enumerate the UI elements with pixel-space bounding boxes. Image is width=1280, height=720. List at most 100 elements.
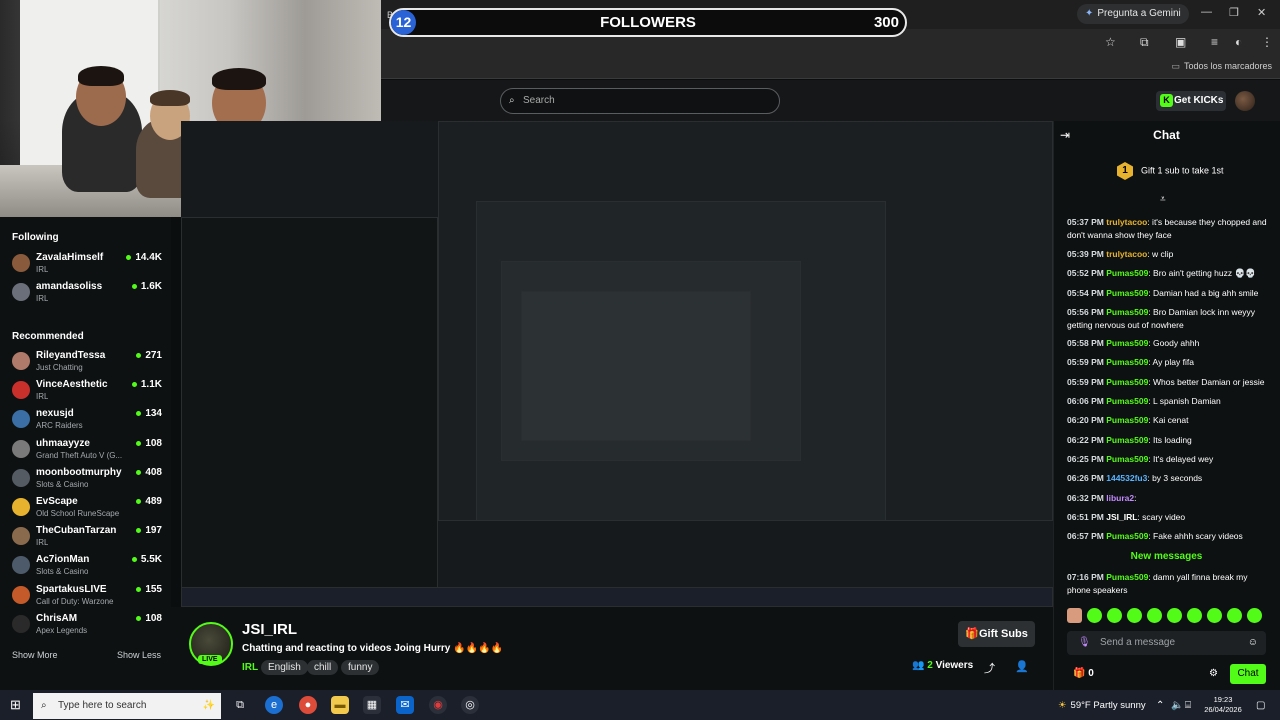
sidebar-item-uhmaayyze[interactable]: uhmaayyze Grand Theft Auto V (G... 108 xyxy=(12,438,162,464)
weather-widget[interactable]: ☀ 59°F Partly sunny xyxy=(1058,700,1146,711)
chat-user[interactable]: Pumas509 xyxy=(1106,415,1148,425)
sidebar-item-thecubantarzan[interactable]: TheCubanTarzan IRL 197 xyxy=(12,525,162,551)
tag-chill[interactable]: chill xyxy=(307,660,339,675)
close-icon[interactable]: ✕ xyxy=(1257,6,1266,19)
share-icon[interactable]: ⤴ xyxy=(984,660,995,676)
chrome-icon[interactable]: ● xyxy=(299,696,317,714)
sidebar-item-ac7ionman[interactable]: Ac7ionMan Slots & Casino 5.5K xyxy=(12,554,162,580)
chat-user[interactable]: trulytacoo xyxy=(1106,249,1147,259)
chat-time: 07:16 PM xyxy=(1067,572,1104,582)
task-view-icon[interactable]: ⧉ xyxy=(231,696,249,714)
obs-icon[interactable]: ◎ xyxy=(461,696,479,714)
volume-icon[interactable]: 🔈 xyxy=(1171,700,1183,711)
show-less-link[interactable]: Show Less xyxy=(117,650,161,660)
sidebar-item-name: VinceAesthetic xyxy=(36,379,108,390)
emoji-icon[interactable]: ☺ xyxy=(1248,631,1258,655)
mail-icon[interactable]: ✉ xyxy=(396,696,414,714)
minimize-icon[interactable]: — xyxy=(1201,6,1212,18)
chat-user[interactable]: Pumas509 xyxy=(1106,357,1148,367)
sidebar-item-spartakuslive[interactable]: SpartakusLIVE Call of Duty: Warzone 155 xyxy=(12,584,162,610)
follow-icon[interactable]: 👤 xyxy=(1015,660,1029,673)
all-bookmarks[interactable]: ▭ Todos los marcadores xyxy=(1171,61,1272,72)
chat-user[interactable]: trulytacoo xyxy=(1106,217,1147,227)
sidebar-item-rileyandtessa[interactable]: RileyandTessa Just Chatting 271 xyxy=(12,350,162,376)
sidebar-item-vinceaesthetic[interactable]: VinceAesthetic IRL 1.1K xyxy=(12,379,162,405)
emote-icon[interactable] xyxy=(1227,608,1242,623)
channel-name[interactable]: JSI_IRL xyxy=(242,621,297,638)
emote-icon[interactable] xyxy=(1087,608,1102,623)
sidebar-item-chrisam[interactable]: ChrisAM Apex Legends 108 xyxy=(12,613,162,639)
chat-message-input[interactable]: 🎙 Send a message ☺ xyxy=(1067,631,1266,655)
tag-funny[interactable]: funny xyxy=(341,660,380,675)
chat-user[interactable]: Pumas509 xyxy=(1106,307,1148,317)
chat-user[interactable]: 144532fu3 xyxy=(1106,473,1147,483)
chat-user[interactable]: libura2 xyxy=(1106,493,1134,503)
chat-message: 05:58 PM Pumas509: Goody ahhh xyxy=(1067,337,1271,350)
emote-icon[interactable] xyxy=(1107,608,1122,623)
stream-video-player[interactable] xyxy=(181,121,1053,607)
chat-user[interactable]: Pumas509 xyxy=(1106,268,1148,278)
settings-gear-icon[interactable]: ⚙ xyxy=(1209,668,1218,679)
sidebar-item-nexusjd[interactable]: nexusjd ARC Raiders 134 xyxy=(12,408,162,434)
notifications-icon[interactable]: ▢ xyxy=(1256,700,1265,711)
emote-icon[interactable] xyxy=(1207,608,1222,623)
menu-icon[interactable]: ⋮ xyxy=(1261,35,1273,49)
taskbar-clock[interactable]: 19:23 26/04/2026 xyxy=(1200,695,1246,715)
gemini-button[interactable]: ✦ Pregunta a Gemini xyxy=(1077,4,1189,24)
kicks-balance[interactable]: 🎁 0 xyxy=(1073,668,1094,679)
chat-user[interactable]: Pumas509 xyxy=(1106,396,1148,406)
mic-icon[interactable]: 🎙 xyxy=(1078,631,1091,655)
tag-english[interactable]: English xyxy=(261,660,308,675)
emote-icon[interactable] xyxy=(1067,608,1082,623)
windows-start-icon[interactable]: ⊞ xyxy=(10,697,21,713)
gift-leaderboard[interactable]: 1 Gift 1 sub to take 1st xyxy=(1117,162,1224,180)
chat-time: 05:54 PM xyxy=(1067,288,1104,298)
avatar xyxy=(12,615,30,633)
sidebar-item-amandasoliss[interactable]: amandasoliss IRL 1.6K xyxy=(12,281,162,307)
tab-search-icon[interactable]: ▣ xyxy=(1175,35,1186,49)
user-avatar[interactable] xyxy=(1235,91,1255,111)
live-dot-icon xyxy=(136,586,142,592)
chat-user[interactable]: Pumas509 xyxy=(1106,572,1148,582)
emote-icon[interactable] xyxy=(1187,608,1202,623)
profile-icon[interactable]: ◐ xyxy=(1235,35,1242,49)
tray-chevron-icon[interactable]: ⌃ xyxy=(1156,700,1164,711)
extensions-icon[interactable]: ⧉ xyxy=(1140,35,1149,50)
sidebar-item-moonbootmurphy[interactable]: moonbootmurphy Slots & Casino 408 xyxy=(12,467,162,493)
emote-icon[interactable] xyxy=(1147,608,1162,623)
sidebar-item-zavalahimself[interactable]: ZavalaHimself IRL 14.4K xyxy=(12,252,162,278)
search-highlight-icon: ✨ xyxy=(202,700,215,711)
taskbar-search-input[interactable]: ⌕ Type here to search ✨ xyxy=(33,693,221,719)
emote-icon[interactable] xyxy=(1247,608,1262,623)
edge-icon[interactable]: e xyxy=(265,696,283,714)
store-icon[interactable]: ▦ xyxy=(363,696,381,714)
chat-user[interactable]: Pumas509 xyxy=(1106,338,1148,348)
media-control-icon[interactable]: ≡ xyxy=(1211,35,1218,49)
network-icon[interactable]: ⌸ xyxy=(1185,700,1191,711)
maximize-icon[interactable]: ❐ xyxy=(1229,6,1239,19)
bookmark-star-icon[interactable]: ☆ xyxy=(1105,35,1116,49)
chat-user[interactable]: JSI_IRL xyxy=(1106,512,1137,522)
search-input[interactable]: ⌕ Search xyxy=(500,88,780,114)
emote-icon[interactable] xyxy=(1127,608,1142,623)
stream-category[interactable]: IRL xyxy=(242,662,258,673)
pinned-chevron-icon[interactable]: ⩡ xyxy=(1160,194,1166,205)
avatar xyxy=(12,469,30,487)
new-messages-label[interactable]: New messages xyxy=(1053,551,1280,562)
show-more-link[interactable]: Show More xyxy=(12,650,58,660)
chat-user[interactable]: Pumas509 xyxy=(1106,377,1148,387)
chat-time: 06:57 PM xyxy=(1067,531,1104,541)
sidebar-item-name: EvScape xyxy=(36,496,78,507)
chat-user[interactable]: Pumas509 xyxy=(1106,454,1148,464)
chat-user[interactable]: Pumas509 xyxy=(1106,531,1148,541)
sidebar-item-evscape[interactable]: EvScape Old School RuneScape 489 xyxy=(12,496,162,522)
get-kicks-button[interactable]: K Get KICKs xyxy=(1156,91,1226,111)
chat-send-button[interactable]: Chat xyxy=(1230,664,1266,684)
chat-user[interactable]: Pumas509 xyxy=(1106,288,1148,298)
chat-user[interactable]: Pumas509 xyxy=(1106,435,1148,445)
recorder-icon[interactable]: ◉ xyxy=(429,696,447,714)
emote-icon[interactable] xyxy=(1167,608,1182,623)
chat-title: Chat xyxy=(1153,128,1180,142)
gift-subs-button[interactable]: 🎁 Gift Subs xyxy=(958,621,1035,647)
file-explorer-icon[interactable]: ▬ xyxy=(331,696,349,714)
